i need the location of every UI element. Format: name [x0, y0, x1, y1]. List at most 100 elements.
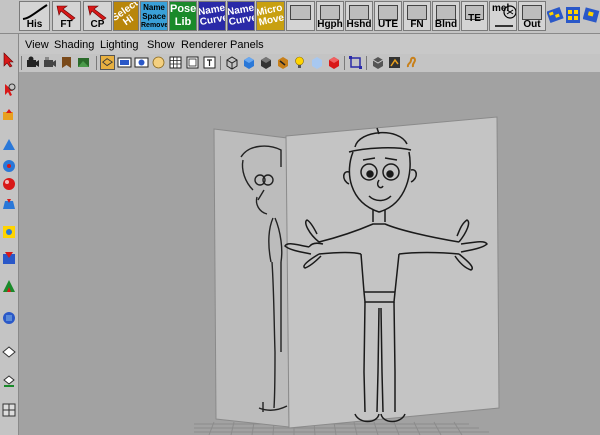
front-view-image-plane — [284, 116, 500, 429]
shelf-bar: His FT CP Select Hi Name Space Remover P… — [0, 0, 600, 34]
shelf-button-label: CP — [90, 19, 105, 30]
persp-outliner-icon[interactable] — [1, 310, 17, 326]
wireframe-on-shaded-icon[interactable] — [258, 55, 273, 70]
two-pane-icon[interactable] — [1, 374, 17, 390]
shelf-tile-line: Lib — [174, 16, 192, 28]
te-shelf-button[interactable]: TE — [461, 1, 488, 31]
shadows-icon[interactable] — [309, 55, 324, 70]
freeze-transform-shelf-button[interactable]: FT — [52, 1, 81, 31]
button-frame-icon — [320, 5, 340, 20]
menu-show[interactable]: Show — [147, 38, 175, 53]
select-tool-icon[interactable] — [1, 52, 17, 68]
history-shelf-button[interactable]: His — [19, 1, 50, 31]
shelf-button-label: UTE — [378, 19, 398, 30]
mel-shelf-button[interactable]: mel — [489, 1, 517, 31]
shelf-button-label: Hgph — [317, 19, 343, 30]
menu-view[interactable]: View — [25, 38, 49, 53]
toolbar-separator — [366, 56, 367, 70]
toolbar-separator — [344, 56, 345, 70]
shelf-button-label: Hshd — [346, 19, 372, 30]
safe-title-icon[interactable] — [202, 55, 217, 70]
toolbox — [0, 34, 19, 435]
blank-shelf-button[interactable] — [286, 1, 315, 31]
textured-icon[interactable] — [275, 55, 290, 70]
xray-components-icon[interactable] — [404, 55, 419, 70]
button-frame-icon — [522, 5, 542, 20]
smooth-shade-icon[interactable] — [241, 55, 256, 70]
menu-shading[interactable]: Shading — [54, 38, 94, 53]
perspective-viewport[interactable] — [19, 72, 600, 435]
shelf-button-label: Out — [523, 19, 541, 30]
uv-layout-icon[interactable] — [583, 1, 600, 31]
shelf-tile-line: Name — [143, 3, 165, 12]
namespace-remover-shelf-button[interactable]: Name Space Remover — [140, 1, 168, 31]
center-pivot-shelf-button[interactable]: CP — [83, 1, 112, 31]
shelf-button-label: FT — [60, 19, 73, 30]
fn-shelf-button[interactable]: FN — [403, 1, 431, 31]
xray-icon[interactable] — [370, 55, 385, 70]
button-frame-icon — [407, 5, 427, 20]
use-all-lights-icon[interactable] — [292, 55, 307, 70]
panel-menu-bar: View Shading Lighting Show Renderer Pane… — [19, 38, 600, 53]
image-plane-icon[interactable] — [76, 55, 91, 70]
gate-mask-icon[interactable] — [151, 55, 166, 70]
scale-tool-icon[interactable] — [1, 158, 17, 174]
pane-split-icon[interactable] — [1, 402, 17, 418]
uv-grid-icon[interactable] — [565, 1, 582, 31]
script-icon — [495, 5, 516, 27]
select-hierarchy-shelf-button[interactable]: Select Hi — [113, 1, 139, 31]
button-frame-icon — [290, 5, 311, 20]
ground-grid — [194, 421, 489, 435]
side-view-image-plane — [213, 128, 290, 428]
out-shelf-button[interactable]: Out — [518, 1, 546, 31]
toolbar-separator — [96, 56, 97, 70]
hshd-shelf-button[interactable]: Hshd — [345, 1, 373, 31]
uv-map-icon[interactable] — [547, 1, 564, 31]
shelf-tile-line: Curve — [199, 12, 226, 29]
ute-shelf-button[interactable]: UTE — [374, 1, 402, 31]
toolbar-separator — [21, 56, 22, 70]
button-frame-icon — [436, 5, 456, 20]
show-manip-icon[interactable] — [1, 224, 17, 240]
shelf-button-label: TE — [468, 13, 481, 24]
hgph-shelf-button[interactable]: Hgph — [316, 1, 344, 31]
move-tool-icon[interactable] — [1, 108, 17, 124]
wireframe-icon[interactable] — [224, 55, 239, 70]
grid-icon[interactable] — [100, 55, 115, 70]
high-quality-icon[interactable] — [326, 55, 341, 70]
resolution-gate-icon[interactable] — [134, 55, 149, 70]
name-curve-shelf-button[interactable]: Name Curve — [198, 1, 226, 31]
pose-library-shelf-button[interactable]: Pose Lib — [169, 1, 197, 31]
shelf-tile-line: Pose — [170, 3, 197, 15]
toolbar-separator — [220, 56, 221, 70]
film-gate-icon[interactable] — [117, 55, 132, 70]
name-curve-shelf-button-2[interactable]: Name Curve — [227, 1, 255, 31]
universal-manip-icon[interactable] — [1, 176, 17, 192]
shelf-tile-line: Remover — [141, 22, 168, 29]
button-frame-icon — [378, 5, 398, 20]
lasso-tool-icon[interactable] — [1, 82, 17, 98]
shelf-button-label: His — [26, 19, 43, 30]
button-frame-icon — [349, 5, 369, 20]
shelf-tile-line: Curve — [228, 12, 255, 29]
select-camera-icon[interactable] — [25, 55, 40, 70]
field-chart-icon[interactable] — [168, 55, 183, 70]
xray-joints-icon[interactable] — [387, 55, 402, 70]
bookmark-icon[interactable] — [59, 55, 74, 70]
layout-icon[interactable] — [1, 250, 17, 266]
shelf-tile-line: Space — [142, 12, 166, 21]
single-pane-icon[interactable] — [1, 344, 17, 360]
menu-renderer[interactable]: Renderer — [181, 38, 227, 53]
micro-move-shelf-button[interactable]: Micro Move — [256, 1, 285, 31]
blnd-shelf-button[interactable]: Blnd — [432, 1, 460, 31]
menu-panels[interactable]: Panels — [230, 38, 264, 53]
shelf-button-label: FN — [410, 19, 424, 30]
safe-action-icon[interactable] — [185, 55, 200, 70]
camera-attributes-icon[interactable] — [42, 55, 57, 70]
shelf-button-label: Blnd — [434, 19, 458, 30]
four-view-icon[interactable] — [1, 278, 17, 294]
isolate-select-icon[interactable] — [348, 55, 363, 70]
rotate-tool-icon[interactable] — [1, 137, 17, 153]
soft-mod-icon[interactable] — [1, 197, 17, 213]
menu-lighting[interactable]: Lighting — [100, 38, 139, 53]
